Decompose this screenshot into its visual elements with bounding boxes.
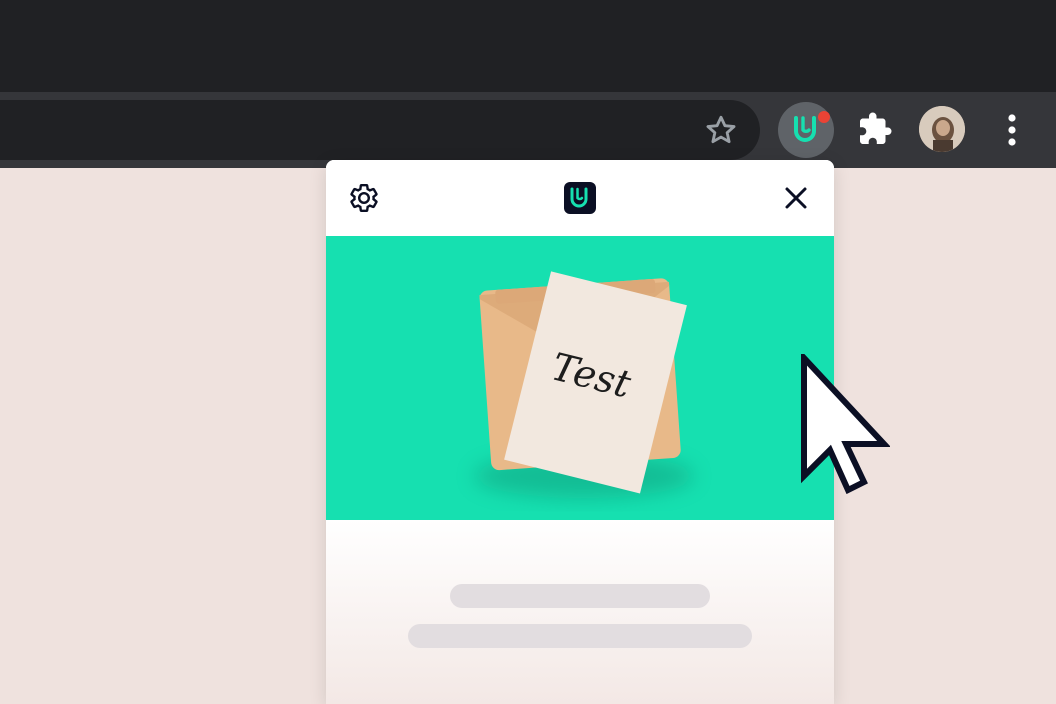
extension-popup: Test — [326, 160, 834, 704]
pointer-cursor-icon — [801, 354, 890, 494]
notification-dot — [818, 111, 830, 123]
gear-icon[interactable] — [348, 182, 380, 214]
skeleton-line — [408, 624, 752, 648]
puzzle-icon[interactable] — [857, 111, 893, 147]
browser-tab-strip — [0, 0, 1056, 92]
avatar-image — [919, 106, 965, 152]
more-vert-icon[interactable] — [1000, 110, 1024, 150]
address-bar[interactable] — [0, 100, 760, 160]
u-logo-icon — [794, 116, 816, 142]
skeleton-line — [450, 584, 710, 608]
close-icon[interactable] — [782, 184, 810, 212]
hero-banner: Test — [326, 236, 834, 520]
brand-logo — [564, 182, 596, 214]
popup-content-placeholder — [326, 520, 834, 704]
u-logo-icon — [570, 187, 588, 208]
bookmark-star-icon[interactable] — [703, 112, 739, 148]
envelope-illustration: Test — [474, 271, 694, 498]
profile-avatar[interactable] — [919, 106, 965, 152]
popup-header — [326, 160, 834, 236]
